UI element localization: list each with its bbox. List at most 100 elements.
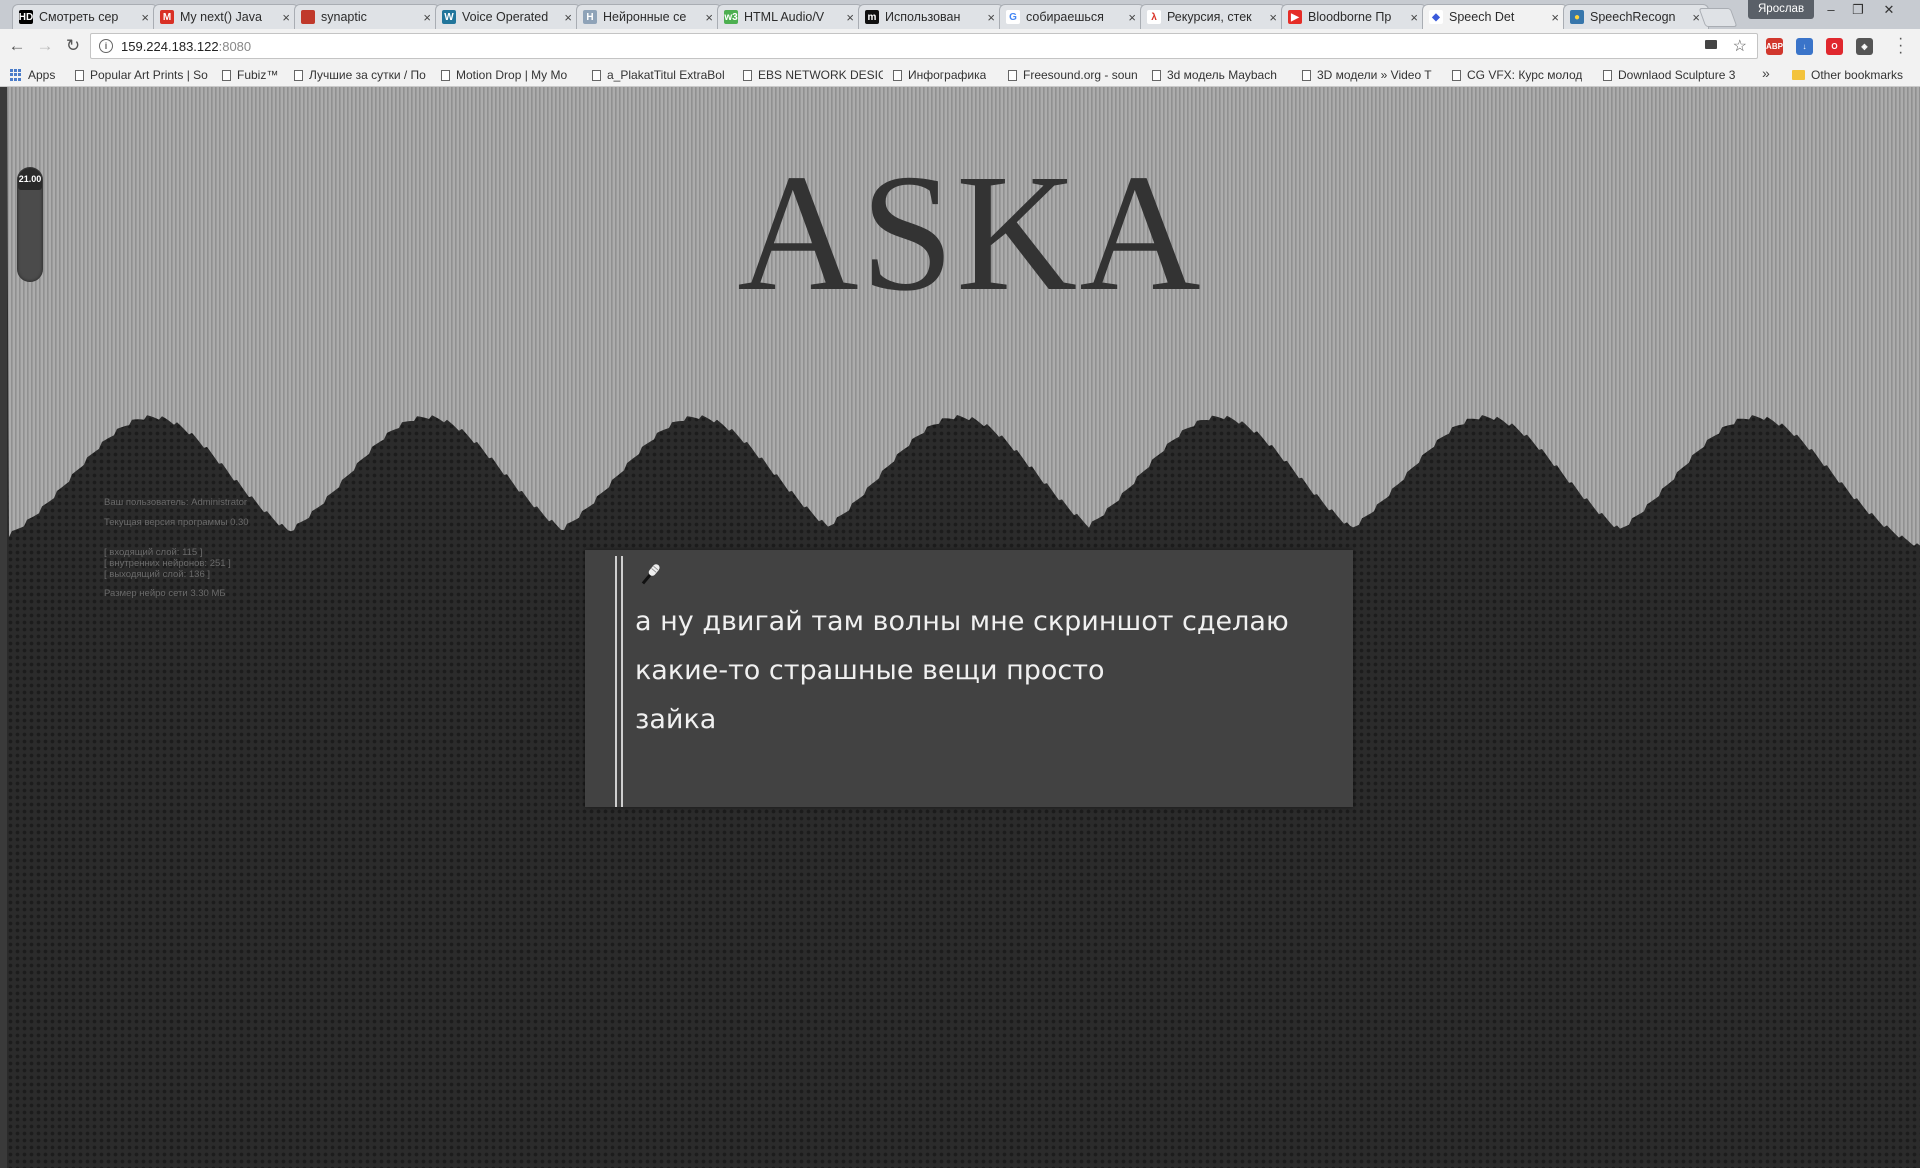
bookmark-item[interactable]: Popular Art Prints | So	[75, 67, 208, 83]
speech-panel: а ну двигай там волны мне скриншот сдела…	[585, 550, 1353, 807]
opera-icon[interactable]: O	[1826, 38, 1843, 55]
tab[interactable]: HD Смотреть сер ×	[12, 4, 158, 29]
page-content: ASKA 21.00 Ваш пользователь: Administrat…	[0, 87, 1920, 1168]
bookmark-item[interactable]: Downlaod Sculpture 3	[1603, 67, 1735, 83]
bookmark-label: Popular Art Prints | So	[90, 68, 208, 82]
tab-close-icon[interactable]: ×	[1692, 10, 1700, 25]
bookmark-label: Downlaod Sculpture 3	[1618, 68, 1736, 82]
tab[interactable]: λ Рекурсия, стек ×	[1140, 4, 1286, 29]
tab[interactable]: W Voice Operated ×	[435, 4, 581, 29]
user-info: Ваш пользователь: Administrator	[104, 497, 248, 508]
page-icon	[222, 69, 231, 81]
tab-title: Рекурсия, стек	[1167, 10, 1252, 24]
bookmark-item[interactable]: 3D модели » Video T	[1302, 67, 1432, 83]
page-icon	[441, 69, 450, 81]
page-icon	[75, 69, 84, 81]
page-icon	[1152, 69, 1161, 81]
other-bookmarks[interactable]: Other bookmarks	[1792, 67, 1903, 83]
url-host: 159.224.183.122	[121, 38, 219, 54]
tab-close-icon[interactable]: ×	[705, 10, 713, 25]
tab[interactable]: ● SpeechRecogn ×	[1563, 4, 1709, 29]
close-window-icon[interactable]: ✕	[1876, 0, 1902, 19]
download-icon[interactable]: ↓	[1796, 38, 1813, 55]
tab[interactable]: synaptic ×	[294, 4, 440, 29]
tab[interactable]: m Использован ×	[858, 4, 1004, 29]
tab-close-icon[interactable]: ×	[282, 10, 290, 25]
page-icon	[294, 69, 303, 81]
output-layer-info: [ выходящий слой: 136 ]	[104, 569, 211, 580]
tab-close-icon[interactable]: ×	[1269, 10, 1277, 25]
bookmark-item[interactable]: EBS NETWORK DESIG	[743, 67, 883, 83]
minimize-icon[interactable]: –	[1818, 0, 1844, 19]
microphone-icon[interactable]	[635, 560, 665, 590]
network-info: Ваш пользователь: Administrator Текущая …	[104, 497, 249, 599]
bookmark-item[interactable]: CG VFX: Курс молод	[1452, 67, 1582, 83]
bookmark-item[interactable]: Motion Drop | My Mo	[441, 67, 567, 83]
tab-favicon-icon: w3	[724, 10, 738, 24]
tab-favicon-icon: ●	[1570, 10, 1584, 24]
abp-icon[interactable]: ABP	[1766, 38, 1783, 55]
bookmark-item[interactable]: a_PlakatTitul ExtraBol	[592, 67, 725, 83]
bookmarks-more-button[interactable]: »	[1762, 65, 1770, 81]
new-tab-button[interactable]	[1698, 8, 1738, 27]
speech-line: какие-то страшные вещи просто	[635, 655, 1105, 686]
star-icon[interactable]: ☆	[1733, 36, 1747, 56]
back-button[interactable]: ←	[6, 36, 28, 56]
profile-button[interactable]: Ярослав	[1748, 0, 1815, 19]
tab[interactable]: Gсобираешься ×	[999, 4, 1145, 29]
tab-close-icon[interactable]: ×	[846, 10, 854, 25]
version-info: Текущая версия программы 0.30	[104, 517, 249, 528]
bookmark-item[interactable]: Freesound.org - soun	[1008, 67, 1138, 83]
bookmarks-bar: Apps Popular Art Prints | So Fubiz™ Лучшие …	[0, 63, 1920, 87]
tab-close-icon[interactable]: ×	[1551, 10, 1559, 25]
tab[interactable]: ◆ Speech Det ×	[1422, 4, 1568, 29]
tab-title: собираешься	[1026, 10, 1104, 24]
url-port: :8080	[218, 38, 252, 54]
forward-button[interactable]: →	[34, 36, 56, 56]
camera-icon[interactable]	[1705, 40, 1717, 49]
browser-toolbar: ← → ↻ i 159.224.183.122:8080 ☆ ABP ↓ O ◈ · ·…	[0, 29, 1920, 63]
bookmark-item[interactable]: 3d модель Maybach	[1152, 67, 1277, 83]
reload-button[interactable]: ↻	[62, 36, 84, 56]
tab[interactable]: H Нейронные се ×	[576, 4, 722, 29]
bookmark-item[interactable]: Инфографика	[893, 67, 986, 83]
logo-text: ASKA	[737, 140, 1203, 326]
tab-title: My next() Java	[180, 10, 262, 24]
tab[interactable]: ▶ Bloodborne Пр ×	[1281, 4, 1427, 29]
tab-favicon-icon: W	[442, 10, 456, 24]
tab[interactable]: M My next() Java ×	[153, 4, 299, 29]
bookmark-item[interactable]: Fubiz™	[222, 67, 278, 83]
tab-close-icon[interactable]: ×	[1410, 10, 1418, 25]
tab-title: Смотреть сер	[39, 10, 119, 24]
tab-close-icon[interactable]: ×	[564, 10, 572, 25]
tab-title: SpeechRecogn	[1590, 10, 1676, 24]
restore-icon[interactable]: ❐	[1845, 0, 1871, 19]
menu-icon[interactable]: · · ·	[1898, 31, 1903, 61]
tab-title: HTML Audio/V	[744, 10, 825, 24]
bookmark-label: Лучшие за сутки / По	[309, 68, 426, 82]
bookmark-item[interactable]: Apps	[10, 67, 55, 83]
tab-close-icon[interactable]: ×	[141, 10, 149, 25]
page-icon	[1603, 69, 1612, 81]
tab-favicon-icon	[301, 10, 315, 24]
panel-divider	[621, 556, 623, 807]
tab-close-icon[interactable]: ×	[1128, 10, 1136, 25]
page-icon	[743, 69, 752, 81]
tab-title: synaptic	[321, 10, 367, 24]
volume-slider[interactable]: 21.00	[17, 167, 43, 282]
tab-close-icon[interactable]: ×	[987, 10, 995, 25]
shield-icon[interactable]: ◈	[1856, 38, 1873, 55]
tab-favicon-icon: H	[583, 10, 597, 24]
tab-close-icon[interactable]: ×	[423, 10, 431, 25]
tab-title: Использован	[885, 10, 961, 24]
bookmark-label: Инфографика	[908, 68, 987, 82]
net-size-info: Размер нейро сети 3.30 МБ	[104, 588, 226, 599]
info-icon[interactable]: i	[99, 39, 113, 53]
bookmark-label: EBS NETWORK DESIG	[758, 68, 883, 82]
slider-knob[interactable]: 21.00	[18, 168, 42, 190]
input-layer-info: [ входящий слой: 115 ]	[104, 547, 203, 558]
bookmark-item[interactable]: Лучшие за сутки / По	[294, 67, 426, 83]
tab[interactable]: w3 HTML Audio/V ×	[717, 4, 863, 29]
panel-divider	[615, 556, 617, 807]
address-bar[interactable]: i 159.224.183.122:8080 ☆	[90, 33, 1758, 59]
